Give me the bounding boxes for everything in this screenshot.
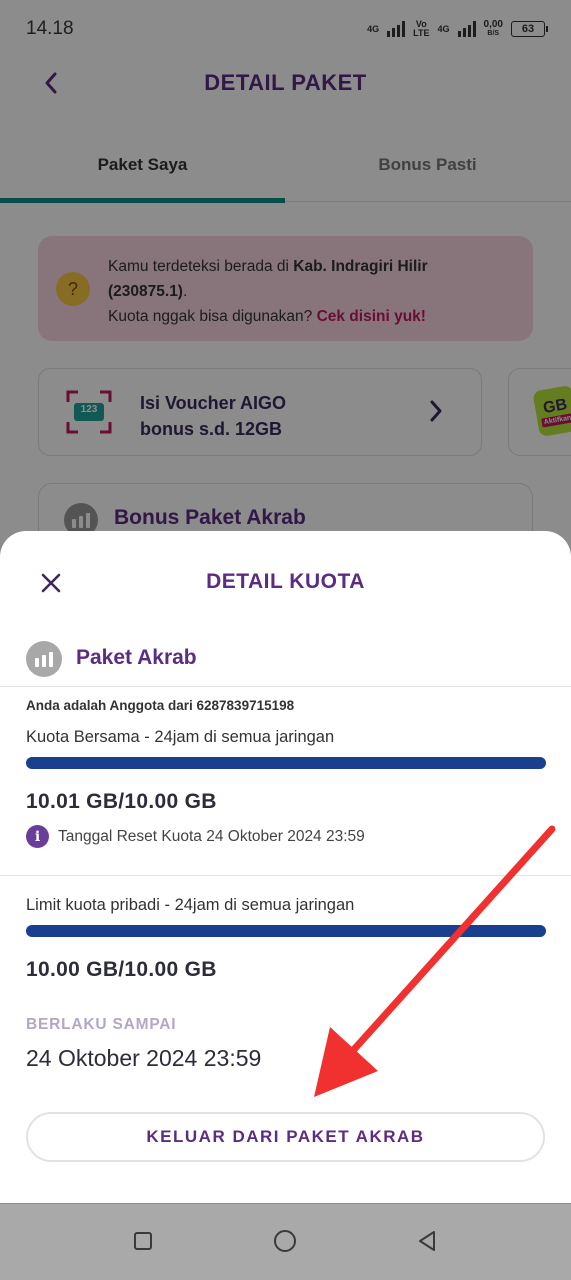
square-icon <box>134 1232 152 1250</box>
valid-until-date: 24 Oktober 2024 23:59 <box>26 1045 262 1071</box>
triangle-back-icon <box>419 1231 435 1251</box>
bar-chart-icon <box>26 641 62 677</box>
package-name: Paket Akrab <box>76 646 197 669</box>
member-info: Anda adalah Anggota dari 6287839715198 <box>26 698 295 713</box>
back-nav-button[interactable] <box>412 1226 442 1256</box>
info-icon: i <box>26 825 49 848</box>
personal-quota-value: 10.00 GB/10.00 GB <box>26 958 217 981</box>
recent-apps-button[interactable] <box>128 1226 158 1256</box>
annotation-arrow-icon <box>314 825 556 1097</box>
shared-quota-label: Kuota Bersama - 24jam di semua jaringan <box>26 728 335 746</box>
leave-akrab-button[interactable]: KELUAR DARI PAKET AKRAB <box>26 1112 545 1162</box>
valid-until-label: BERLAKU SAMPAI <box>26 1016 177 1033</box>
shared-quota-value: 10.01 GB/10.00 GB <box>26 790 217 813</box>
circle-icon <box>274 1230 296 1252</box>
shared-quota-progress <box>26 757 546 769</box>
sheet-title: DETAIL KUOTA <box>206 570 365 593</box>
shared-quota-fill <box>26 757 546 769</box>
divider <box>0 686 571 687</box>
home-button[interactable] <box>270 1226 300 1256</box>
